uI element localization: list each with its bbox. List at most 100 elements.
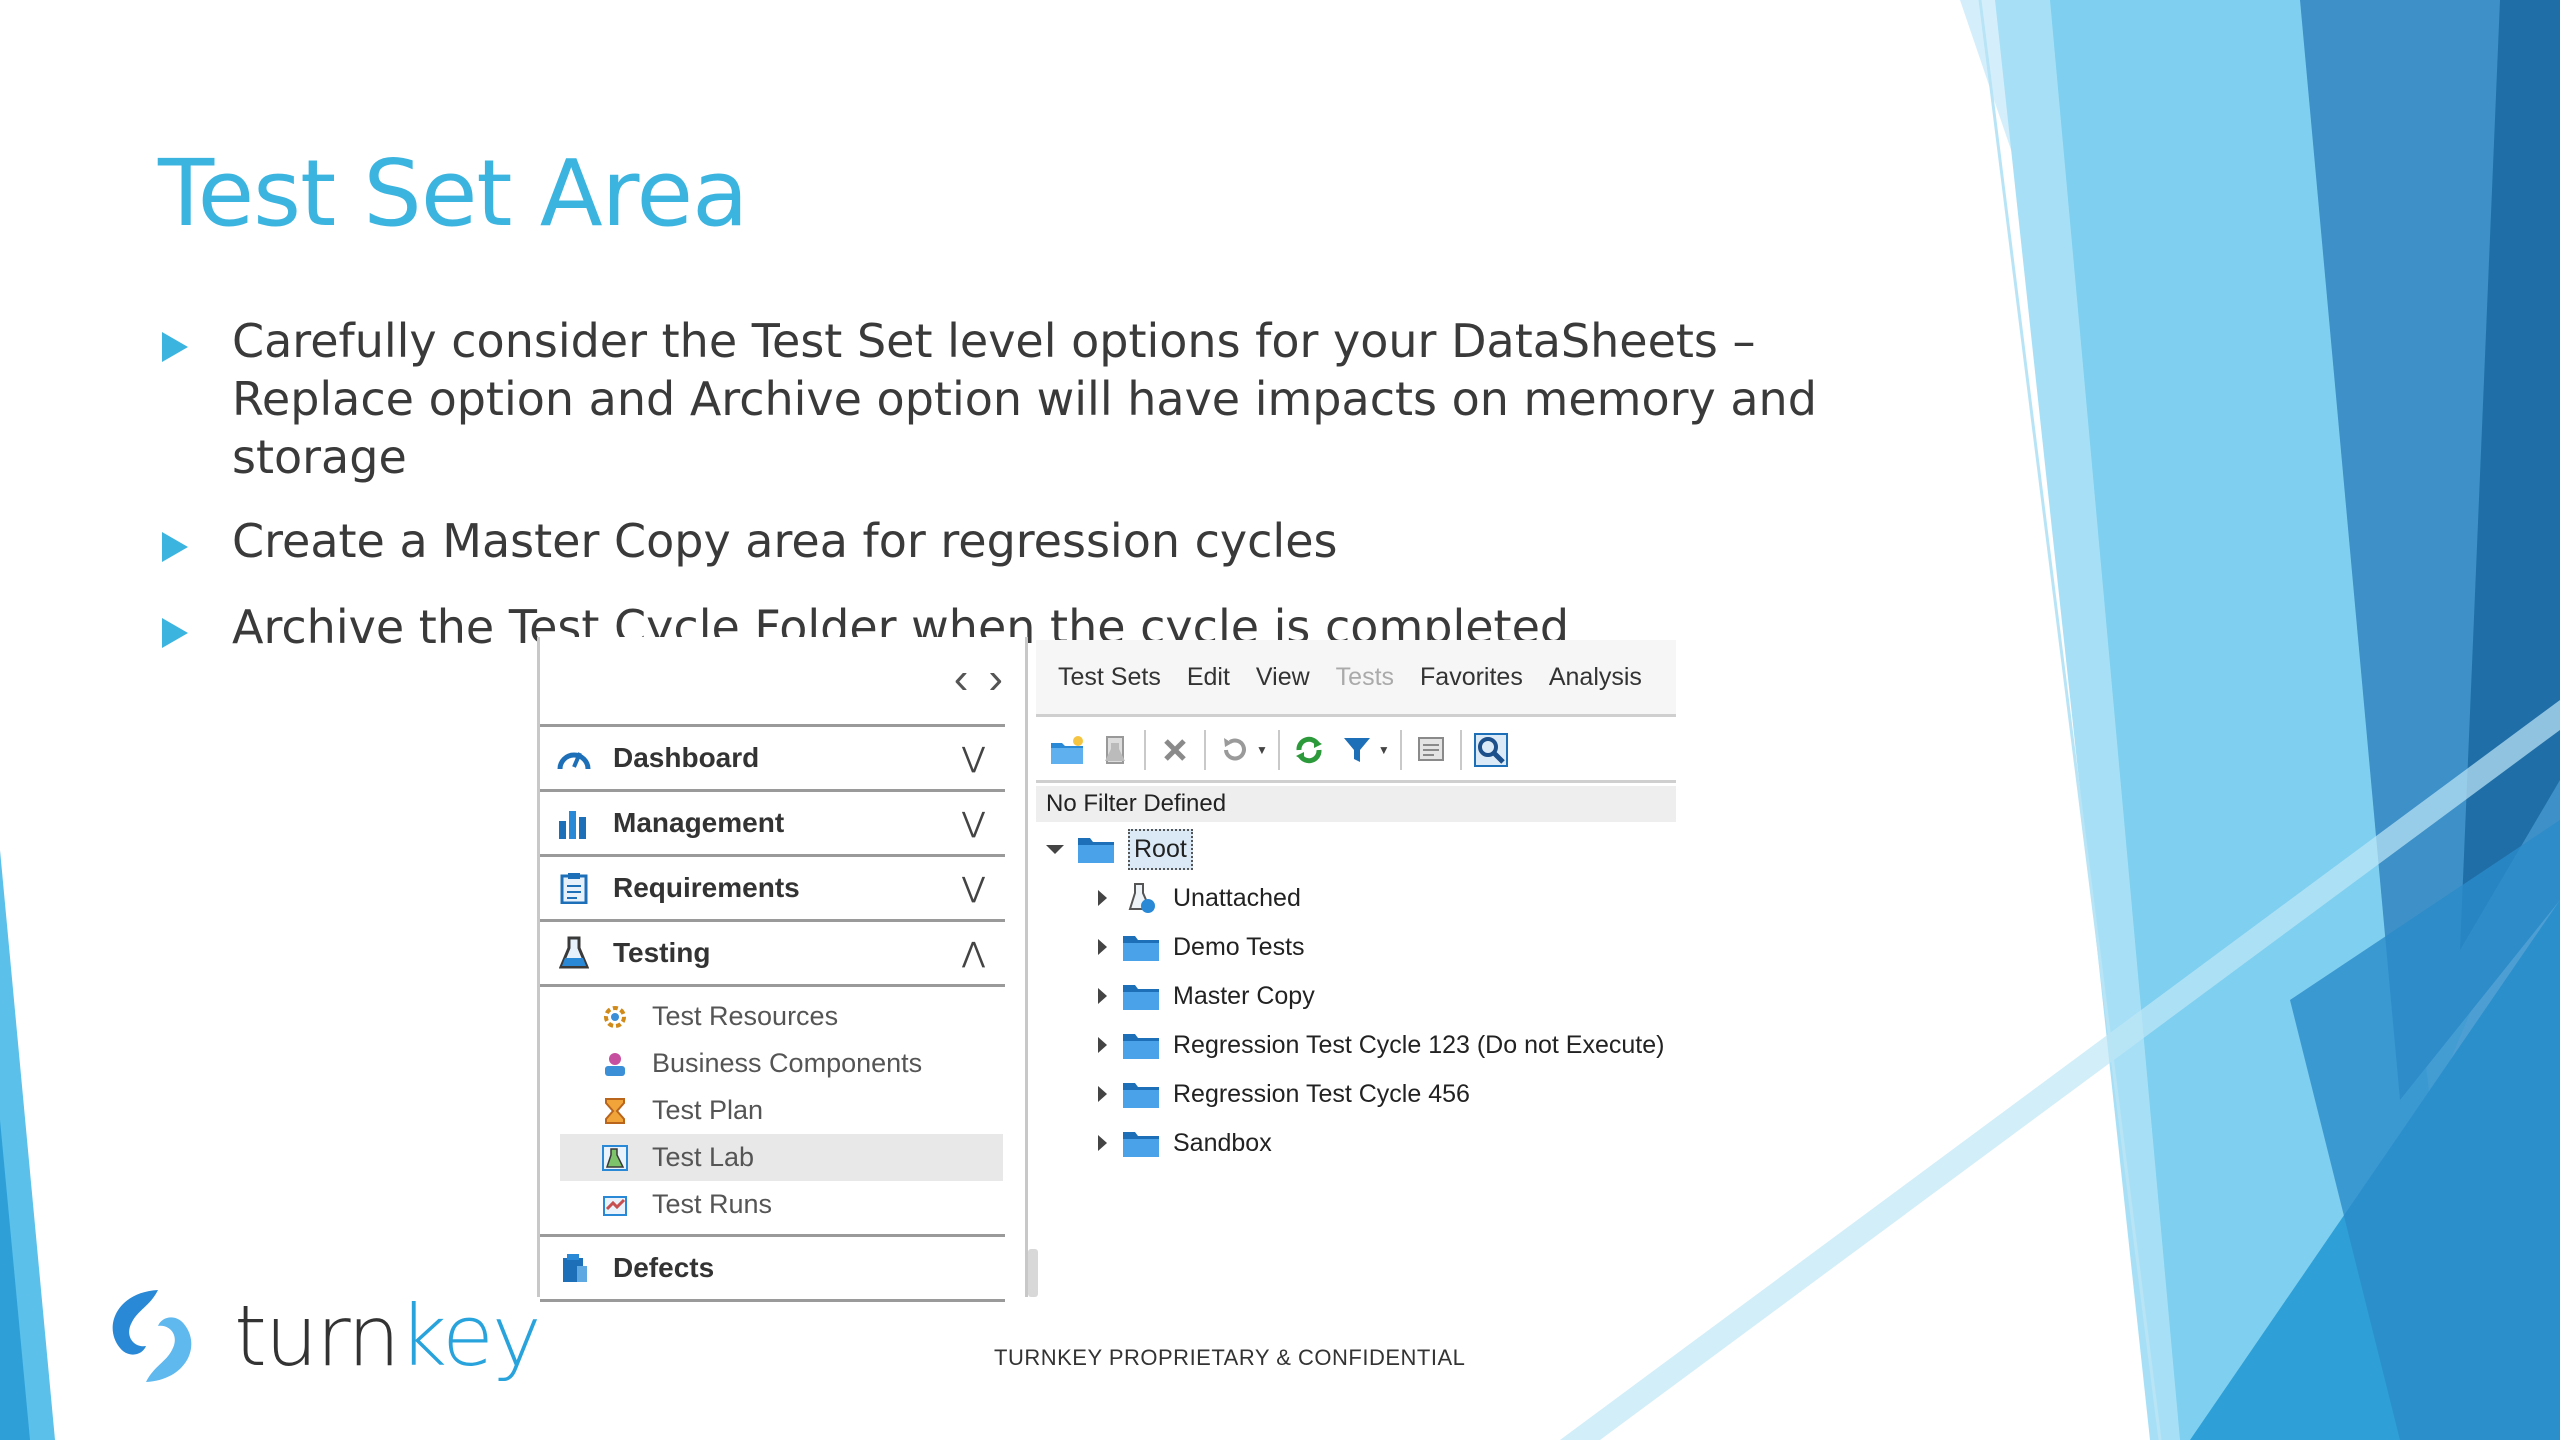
delete-icon[interactable] bbox=[1156, 730, 1194, 770]
resources-icon bbox=[600, 1002, 630, 1032]
sidebar-item-label: Test Runs bbox=[652, 1189, 773, 1219]
chevron-double-up-icon[interactable]: ⋀ bbox=[962, 936, 985, 969]
flask-icon bbox=[557, 936, 591, 970]
nav-history-arrows: ‹ › bbox=[954, 657, 1003, 701]
expand-arrow-icon[interactable] bbox=[1098, 1037, 1107, 1053]
module-requirements[interactable]: Requirements ⋁ bbox=[540, 854, 1005, 919]
tree-node-folder[interactable]: Regression Test Cycle 123 (Do not Execut… bbox=[1098, 1022, 1664, 1068]
tree-node-folder[interactable]: Master Copy bbox=[1098, 973, 1315, 1019]
tree-node-label: Regression Test Cycle 456 bbox=[1173, 1079, 1470, 1108]
tree-node-folder[interactable]: Regression Test Cycle 456 bbox=[1098, 1071, 1470, 1117]
tree-node-folder[interactable]: Demo Tests bbox=[1098, 924, 1305, 970]
gauge-icon bbox=[557, 741, 591, 775]
module-dashboard[interactable]: Dashboard ⋁ bbox=[540, 724, 1005, 789]
turnkey-logo: turnkey bbox=[98, 1286, 542, 1386]
components-icon bbox=[600, 1049, 630, 1079]
bullet-text: Carefully consider the Test Set level op… bbox=[232, 314, 1817, 484]
folder-icon bbox=[1121, 1127, 1161, 1159]
menu-view[interactable]: View bbox=[1256, 663, 1310, 692]
turnkey-swirl-logo bbox=[112, 1290, 192, 1382]
chevron-right-icon[interactable]: › bbox=[988, 657, 1003, 701]
bar-chart-icon bbox=[557, 806, 591, 840]
refresh-icon[interactable] bbox=[1290, 730, 1328, 770]
menu-test-sets[interactable]: Test Sets bbox=[1058, 663, 1161, 692]
clipboard-icon bbox=[557, 871, 591, 905]
chevron-double-down-icon[interactable]: ⋁ bbox=[962, 806, 985, 839]
test-runs-icon bbox=[600, 1190, 630, 1220]
menu-analysis[interactable]: Analysis bbox=[1549, 663, 1642, 692]
toolbar-separator bbox=[1399, 730, 1402, 770]
module-label: Requirements bbox=[613, 872, 800, 903]
sidebar-item-label: Test Plan bbox=[652, 1095, 764, 1125]
module-defects[interactable]: Defects bbox=[540, 1234, 1005, 1302]
expand-arrow-icon[interactable] bbox=[1098, 939, 1107, 955]
sidebar-item-test-runs[interactable]: Test Runs bbox=[560, 1181, 1003, 1228]
module-label: Dashboard bbox=[613, 742, 760, 773]
bullet-arrow-icon bbox=[162, 332, 188, 362]
logo-wordmark: turnkey bbox=[234, 1287, 542, 1385]
bullet-text: Create a Master Copy area for regression… bbox=[232, 514, 1338, 568]
tree-node-unattached[interactable]: Unattached bbox=[1098, 875, 1301, 921]
bullet-item: Create a Master Copy area for regression… bbox=[162, 512, 1922, 570]
expand-arrow-icon[interactable] bbox=[1098, 988, 1107, 1004]
expand-arrow-icon[interactable] bbox=[1098, 1135, 1107, 1151]
alm-navigator: ‹ › Dashboard ⋁ Management ⋁ Requirement… bbox=[537, 637, 1038, 1302]
testing-submodules: Test Resources Business Components Test … bbox=[540, 987, 1005, 1234]
menu-favorites[interactable]: Favorites bbox=[1420, 663, 1523, 692]
test-plan-icon bbox=[600, 1096, 630, 1126]
logo-text-main: turn bbox=[234, 1287, 400, 1385]
find-icon[interactable] bbox=[1472, 730, 1510, 770]
chevron-left-icon[interactable]: ‹ bbox=[954, 657, 969, 701]
sidebar-item-test-resources[interactable]: Test Resources bbox=[560, 993, 1003, 1040]
module-management[interactable]: Management ⋁ bbox=[540, 789, 1005, 854]
new-folder-icon[interactable] bbox=[1048, 730, 1086, 770]
module-label: Defects bbox=[613, 1252, 715, 1283]
details-icon[interactable] bbox=[1412, 730, 1450, 770]
module-label: Management bbox=[613, 807, 785, 838]
sidebar-item-test-lab[interactable]: Test Lab bbox=[560, 1134, 1003, 1181]
folder-icon bbox=[1121, 980, 1161, 1012]
tree-node-root[interactable]: Root bbox=[1046, 826, 1193, 872]
module-label: Testing bbox=[613, 937, 711, 968]
tree-node-label: Sandbox bbox=[1173, 1128, 1272, 1157]
menu-bar: Test Sets Edit View Tests Favorites Anal… bbox=[1036, 640, 1676, 717]
filter-status: No Filter Defined bbox=[1036, 786, 1676, 822]
sidebar-item-business-components[interactable]: Business Components bbox=[560, 1040, 1003, 1087]
toolbar: ▼ ▼ bbox=[1036, 720, 1676, 783]
collapse-arrow-icon[interactable] bbox=[1046, 844, 1064, 854]
toolbar-separator bbox=[1459, 730, 1462, 770]
module-list: Dashboard ⋁ Management ⋁ Requirements ⋁ … bbox=[540, 724, 1005, 1302]
bullet-list: Carefully consider the Test Set level op… bbox=[162, 312, 1922, 682]
chevron-double-down-icon[interactable]: ⋁ bbox=[962, 741, 985, 774]
folder-icon bbox=[1121, 1078, 1161, 1110]
menu-edit[interactable]: Edit bbox=[1187, 663, 1230, 692]
sidebar-item-label: Business Components bbox=[652, 1048, 923, 1078]
expand-arrow-icon[interactable] bbox=[1098, 1086, 1107, 1102]
bullet-item: Carefully consider the Test Set level op… bbox=[162, 312, 1922, 486]
dropdown-arrow-icon[interactable]: ▼ bbox=[1256, 743, 1268, 757]
sidebar-item-test-plan[interactable]: Test Plan bbox=[560, 1087, 1003, 1134]
tree-node-label: Master Copy bbox=[1173, 981, 1315, 1010]
tree-node-label: Root bbox=[1128, 828, 1193, 870]
module-testing[interactable]: Testing ⋀ bbox=[540, 919, 1005, 987]
expand-arrow-icon[interactable] bbox=[1098, 890, 1107, 906]
logo-text-accent: key bbox=[398, 1287, 541, 1385]
dropdown-arrow-icon[interactable]: ▼ bbox=[1378, 743, 1390, 757]
menu-tests: Tests bbox=[1335, 662, 1395, 691]
toolbar-separator bbox=[1144, 730, 1146, 770]
chevron-double-down-icon[interactable]: ⋁ bbox=[962, 871, 985, 904]
folder-open-icon bbox=[1076, 833, 1116, 865]
new-test-set-icon[interactable] bbox=[1096, 730, 1134, 770]
unattached-icon bbox=[1121, 882, 1161, 914]
tree-node-label: Demo Tests bbox=[1173, 932, 1305, 961]
sidebar-item-label: Test Resources bbox=[652, 1001, 839, 1031]
filter-icon[interactable] bbox=[1338, 730, 1376, 770]
panel-resize-handle[interactable] bbox=[1028, 1249, 1038, 1297]
slide-title: Test Set Area bbox=[158, 140, 748, 247]
folder-icon bbox=[1121, 1029, 1161, 1061]
test-lab-panel: Test Sets Edit View Tests Favorites Anal… bbox=[1036, 640, 1676, 1200]
tree-node-folder[interactable]: Sandbox bbox=[1098, 1120, 1272, 1166]
reset-icon[interactable] bbox=[1216, 730, 1254, 770]
test-lab-icon bbox=[600, 1143, 630, 1173]
tree-node-label: Regression Test Cycle 123 (Do not Execut… bbox=[1173, 1030, 1665, 1059]
